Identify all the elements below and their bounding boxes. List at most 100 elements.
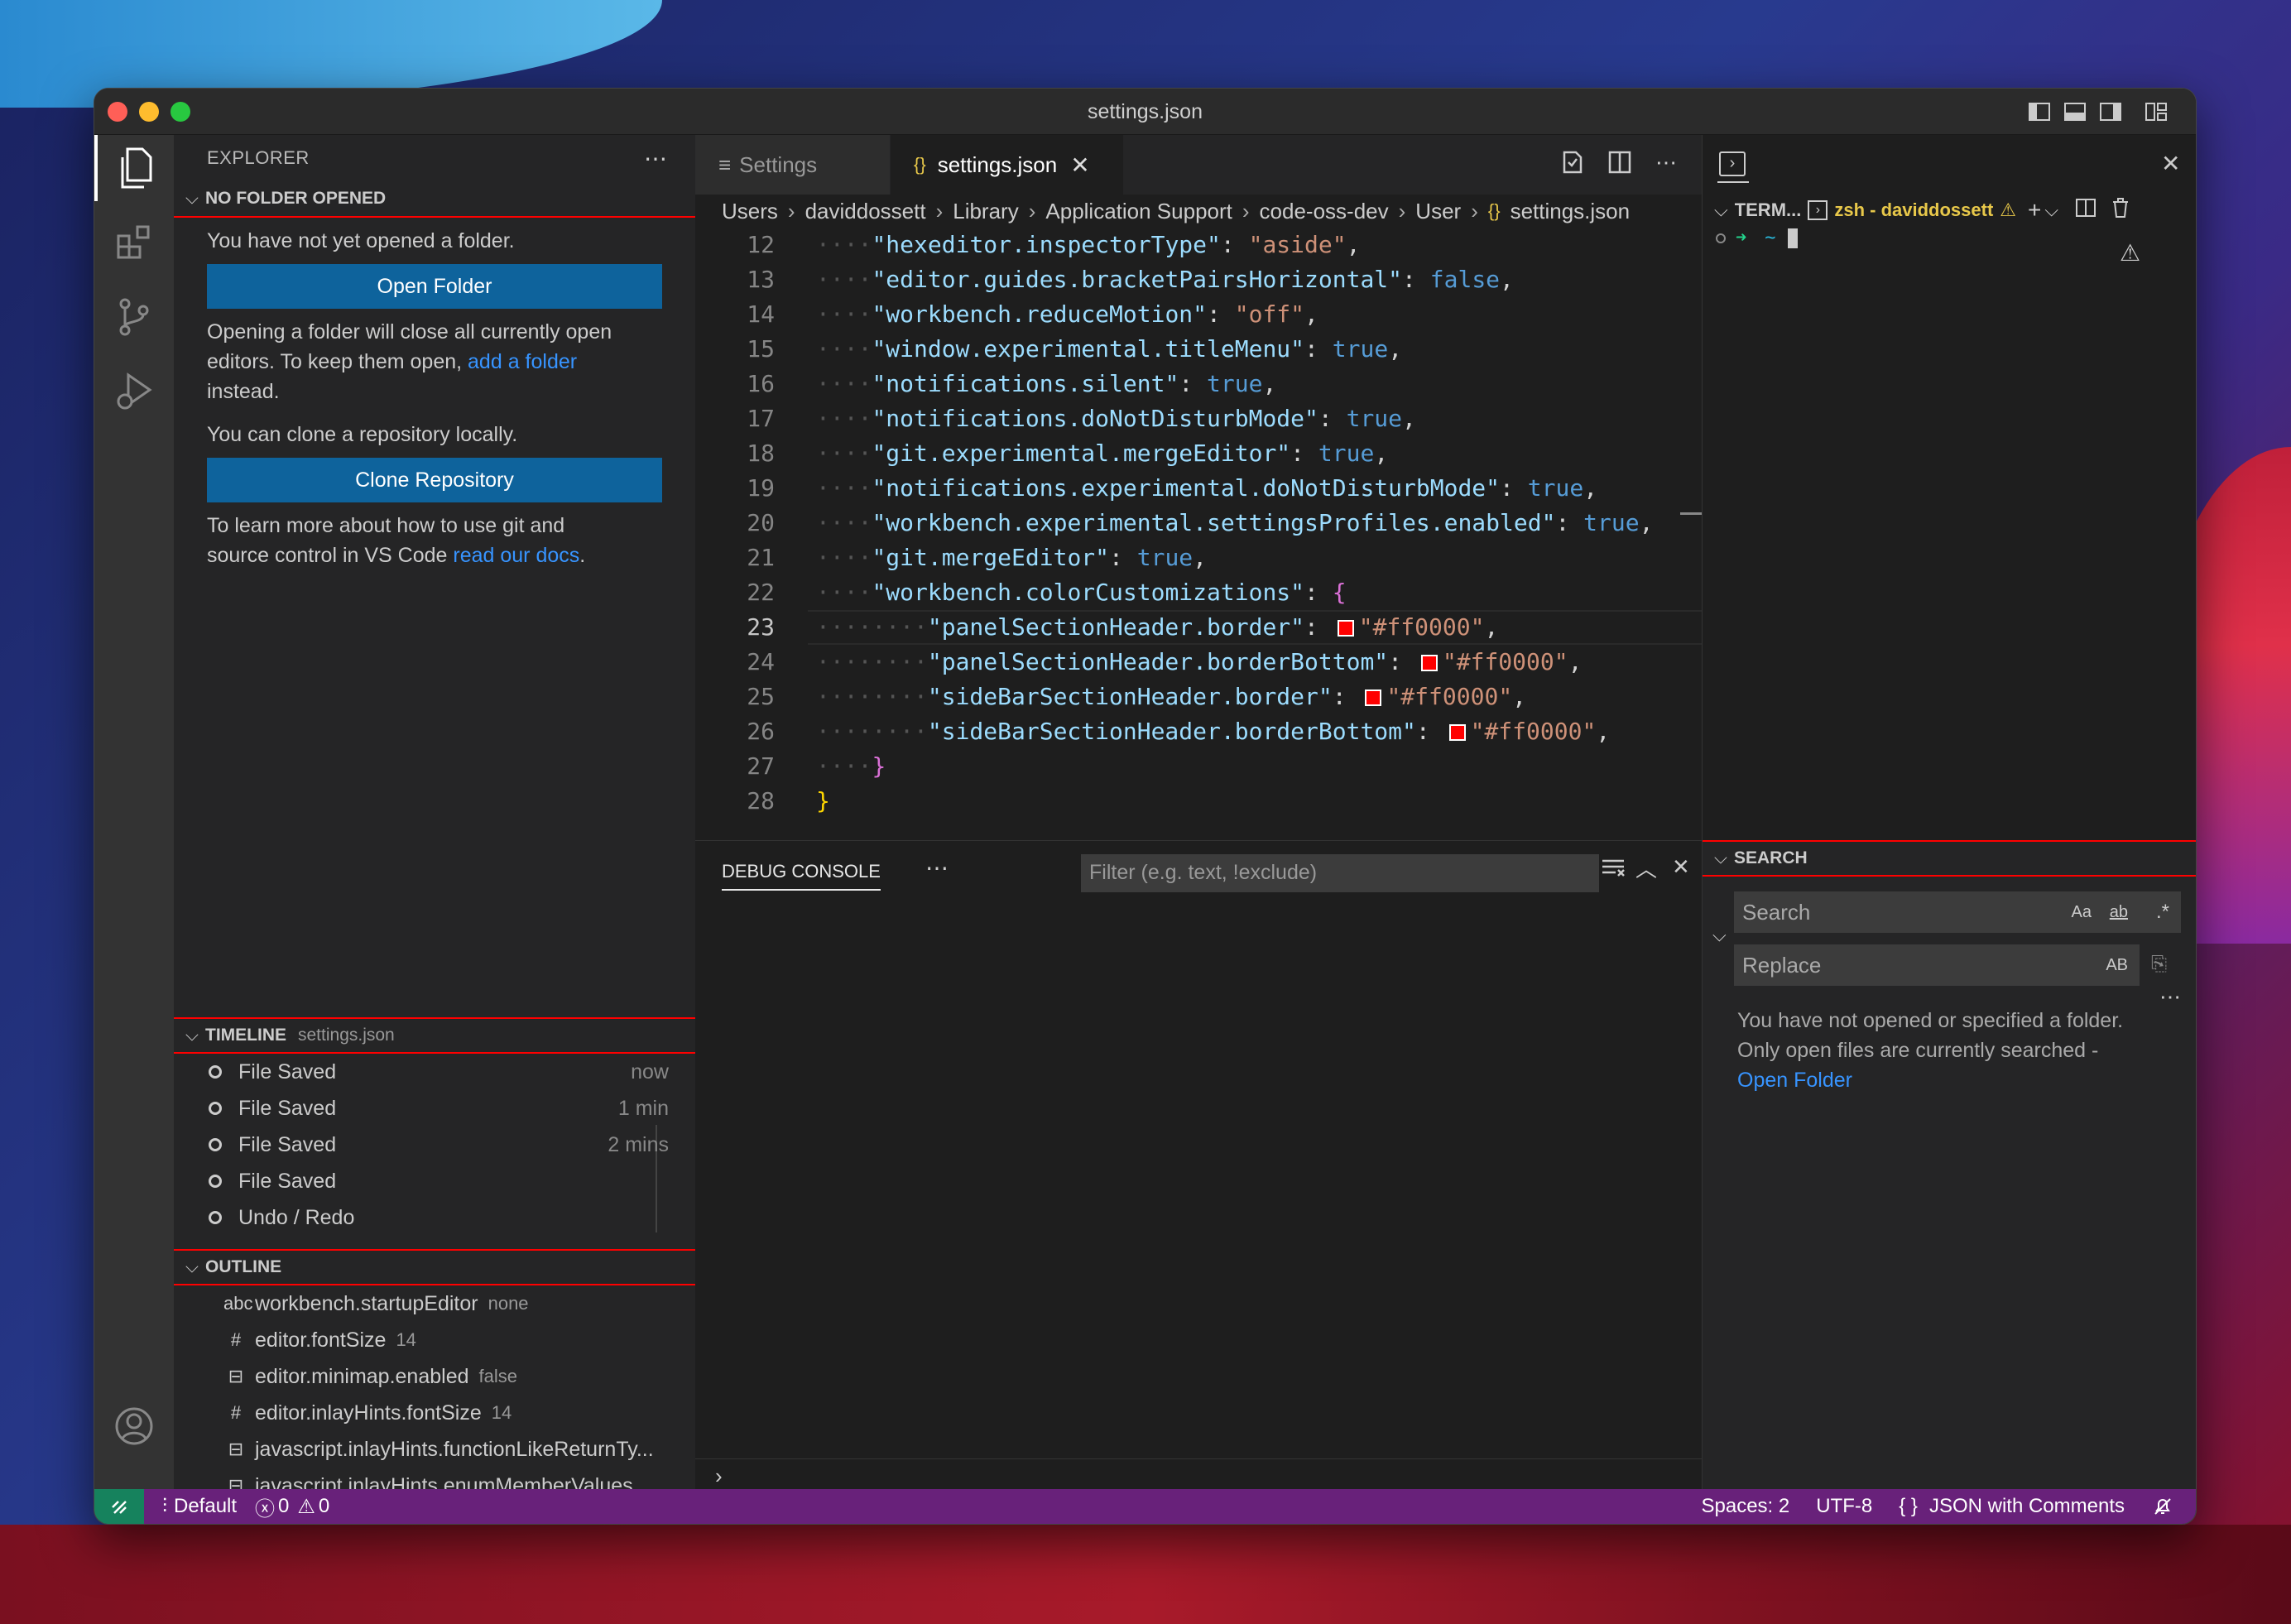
clear-console-icon[interactable] [1601,858,1626,882]
replace-all-icon[interactable]: ⎘ [2151,953,2167,976]
notifications-bell-icon[interactable] [2153,1497,2173,1516]
add-folder-link[interactable]: add a folder [468,350,577,373]
breadcrumb-item[interactable]: settings.json [1511,199,1631,224]
source-control-icon[interactable] [109,292,159,342]
kill-terminal-icon[interactable] [2111,197,2130,223]
timeline-list: File Saved now File Saved 1 min File Saved 2 … [174,1054,695,1246]
timeline-item[interactable]: File Saved now [174,1054,695,1090]
outline-item[interactable]: ⊟ javascript.inlayHints.functionLikeRetur… [174,1431,695,1468]
match-case-icon[interactable]: Aa [2072,903,2092,922]
account-icon[interactable] [109,1401,159,1451]
json-key: "notifications.doNotDisturbMode" [872,405,1318,432]
no-folder-section-header[interactable]: ⌵ NO FOLDER OPENED [174,181,695,218]
whitespace-indicator: ···· [816,509,872,536]
search-section-header[interactable]: ⌵ SEARCH [1703,840,2196,877]
terminal-header: ⌵ TERM... › zsh - daviddossett ⚠ + ⌵ [1703,193,2196,228]
timeline-item[interactable]: File Saved 2 mins [174,1127,695,1163]
console-input-chevron-icon[interactable]: › [715,1463,723,1489]
breadcrumb-item[interactable]: User [1415,199,1461,224]
preserve-case-icon[interactable]: AB [2106,956,2128,975]
split-editor-icon[interactable] [1607,150,1632,180]
outline-item[interactable]: # editor.inlayHints.fontSize 14 [174,1395,695,1431]
json-value: "#ff0000" [1470,718,1597,745]
timeline-item[interactable]: File Saved 1 min [174,1090,695,1127]
extensions-icon[interactable] [109,218,159,267]
color-swatch[interactable] [1337,620,1354,637]
filter-input[interactable]: Filter (e.g. text, !exclude) [1081,854,1599,892]
code-editor[interactable]: 12 ····"hexeditor.inspectorType": "aside"… [695,228,1702,840]
chevron-down-icon[interactable]: ⌵ [1714,199,1728,221]
json-value: true [1346,405,1403,432]
remote-indicator-icon[interactable] [94,1489,144,1524]
timeline-label: Undo / Redo [238,1205,355,1229]
maximize-panel-icon[interactable]: ︿ [1635,853,1657,883]
run-debug-icon[interactable] [109,367,159,416]
indentation-status[interactable]: Spaces: 2 [1702,1495,1790,1518]
color-swatch[interactable] [1365,689,1382,706]
profile-status[interactable]: ⫶ Default [162,1495,237,1518]
split-terminal-icon[interactable] [2075,198,2096,223]
read-docs-link[interactable]: read our docs [453,544,579,567]
more-options-icon[interactable]: ⋯ [2159,984,2181,1010]
encoding-status[interactable]: UTF-8 [1816,1495,1872,1518]
toggle-panel-icon[interactable] [2063,100,2087,123]
section-title: NO FOLDER OPENED [205,189,387,208]
outline-section-header[interactable]: ⌵ OUTLINE [174,1249,695,1285]
tab-settings[interactable]: ≡ Settings [695,135,891,195]
status-bar: ⫶ Default ⓧ 0 ⚠ 0 Spaces: 2 UTF-8 { } JSON wi… [94,1489,2196,1524]
json-braces-icon: {} [914,154,926,175]
timeline-item[interactable]: File Saved [174,1236,695,1247]
open-settings-ui-icon[interactable] [1559,150,1584,180]
toggle-replace-chevron-icon[interactable]: ⌵ [1712,925,1727,946]
open-folder-link[interactable]: Open Folder [1737,1069,1852,1092]
terminal-icon[interactable]: › [1719,151,1746,176]
timeline-item[interactable]: File Saved [174,1163,695,1199]
language-status[interactable]: { } JSON with Comments [1899,1495,2125,1518]
tab-debug-console[interactable]: DEBUG CONSOLE [722,861,881,891]
color-swatch[interactable] [1448,724,1466,741]
color-swatch[interactable] [1420,655,1438,671]
regex-icon[interactable]: .* [2156,901,2169,924]
clone-repository-button[interactable]: Clone Repository [207,458,662,502]
timeline-label: File Saved [238,1132,337,1156]
close-view-icon[interactable]: ✕ [2161,150,2180,177]
customize-layout-icon[interactable] [2144,100,2169,123]
more-actions-icon[interactable]: ⋯ [925,854,949,882]
terminal-prompt[interactable]: ➜ ~ [1716,228,1798,248]
terminal-shell-name[interactable]: zsh - daviddossett [1834,199,1993,221]
timeline-section-header[interactable]: ⌵ TIMELINE settings.json [174,1017,695,1054]
toggle-primary-sidebar-icon[interactable] [2027,100,2052,123]
outline-item[interactable]: ⊟ editor.minimap.enabled false [174,1358,695,1395]
chevron-down-icon[interactable]: ⌵ [2044,199,2058,221]
timeline-item[interactable]: Undo / Redo [174,1199,695,1236]
json-key: "sideBarSectionHeader.border" [927,683,1333,710]
info-text: To learn more about how to use git and [207,514,565,537]
more-actions-icon[interactable]: ⋯ [1655,150,1677,180]
new-terminal-icon[interactable]: + [2028,197,2041,223]
outline-item[interactable]: # editor.fontSize 14 [174,1322,695,1358]
terminal-tab[interactable]: TERM... [1735,199,1802,221]
outline-item[interactable]: abc workbench.startupEditor none [174,1285,695,1322]
search-input[interactable]: Search Aa ab .* [1734,891,2181,933]
outline-detail: 14 [396,1329,416,1350]
outline-label: workbench.startupEditor [255,1291,478,1315]
problems-status[interactable]: ⓧ 0 ⚠ 0 [255,1492,329,1521]
breadcrumb-item[interactable]: Users [722,199,778,224]
more-actions-icon[interactable]: ⋯ [644,145,668,172]
close-tab-icon[interactable]: ✕ [1070,151,1089,179]
divider [695,1458,1702,1459]
close-panel-icon[interactable]: ✕ [1672,854,1690,880]
tab-settings-json[interactable]: {} settings.json ✕ [891,135,1124,195]
chevron-right-icon: › [1398,198,1406,223]
toggle-secondary-sidebar-icon[interactable] [2098,100,2123,123]
whole-word-icon[interactable]: ab [2110,903,2128,922]
breadcrumb-item[interactable]: Library [953,199,1018,224]
breadcrumb-item[interactable]: daviddossett [805,199,926,224]
open-folder-button[interactable]: Open Folder [207,264,662,309]
prompt-circle-icon [1716,233,1726,243]
breadcrumb-item[interactable]: code-oss-dev [1260,199,1389,224]
replace-input[interactable]: Replace AB [1734,944,2140,986]
explorer-icon[interactable] [109,143,159,193]
git-docs-info: To learn more about how to use git and s… [174,511,695,570]
breadcrumb-item[interactable]: Application Support [1045,199,1232,224]
